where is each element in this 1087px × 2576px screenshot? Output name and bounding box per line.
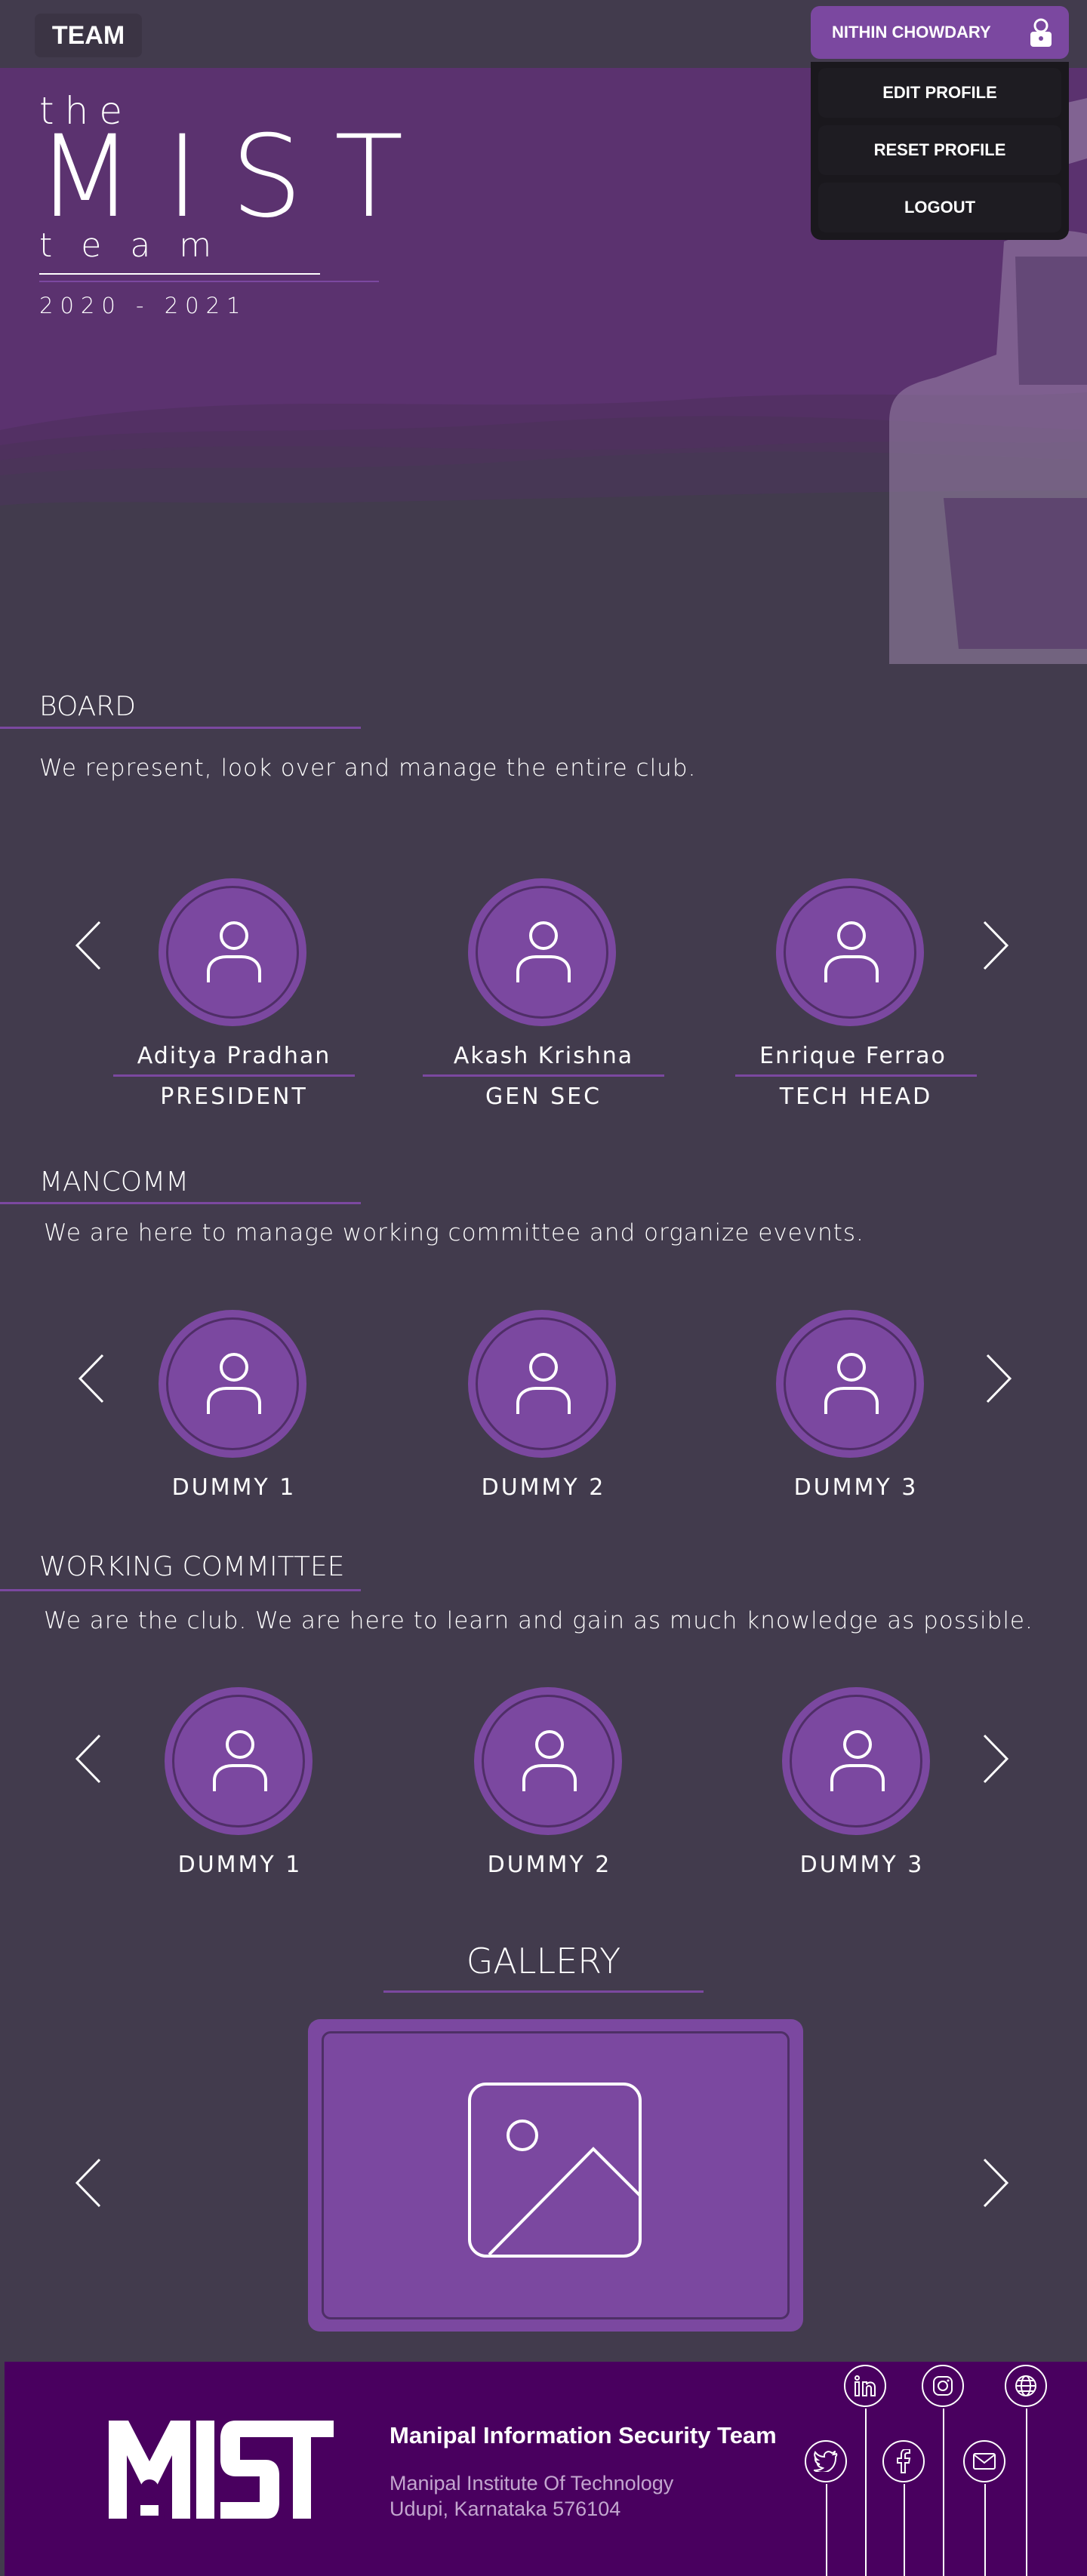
working-committee-description: We are the club. We are here to learn an…	[44, 1607, 1033, 1634]
user-icon	[207, 1353, 261, 1414]
instagram-icon[interactable]	[922, 2365, 964, 2407]
edit-profile-menu-item[interactable]: EDIT PROFILE	[818, 68, 1061, 118]
gallery-next-arrow-icon[interactable]	[980, 2156, 1012, 2209]
user-name-label: NITHIN CHOWDARY	[832, 23, 991, 41]
logo-team-text: team	[39, 226, 241, 265]
mancomm-title-line	[0, 1202, 361, 1204]
avatar[interactable]	[468, 1310, 616, 1458]
twitter-icon[interactable]	[805, 2440, 847, 2482]
social-stem	[984, 2484, 986, 2576]
social-stem	[826, 2484, 827, 2576]
working-committee-title-line	[0, 1589, 361, 1591]
member-role: PRESIDENT	[160, 1084, 308, 1110]
mancomm-next-arrow-icon[interactable]	[983, 1352, 1015, 1405]
linkedin-icon[interactable]	[844, 2365, 886, 2407]
member-name: Aditya Pradhan	[137, 1043, 331, 1069]
avatar[interactable]	[474, 1687, 622, 1835]
member-name-line	[423, 1074, 664, 1077]
logo-year: 2020 - 2021	[39, 293, 248, 318]
board-title-line	[0, 727, 361, 729]
mail-icon[interactable]	[963, 2440, 1005, 2482]
footer-address-line1: Manipal Institute Of Technology	[390, 2472, 674, 2495]
member-name-line	[735, 1074, 977, 1077]
board-prev-arrow-icon[interactable]	[72, 919, 104, 972]
avatar[interactable]	[776, 1310, 924, 1458]
member-name: Akash Krishna	[453, 1043, 634, 1069]
reset-profile-menu-item[interactable]: RESET PROFILE	[818, 125, 1061, 175]
footer-org-name: Manipal Information Security Team	[390, 2422, 777, 2448]
member-name: DUMMY 3	[793, 1474, 919, 1501]
member-name: DUMMY 1	[171, 1474, 297, 1501]
member-name: Enrique Ferrao	[759, 1043, 947, 1069]
social-stem	[1026, 2408, 1027, 2576]
board-description: We represent, look over and manage the e…	[39, 755, 697, 782]
avatar[interactable]	[782, 1687, 930, 1835]
facebook-icon[interactable]	[882, 2440, 925, 2482]
social-stem	[943, 2408, 944, 2576]
user-dropdown-menu: EDIT PROFILE RESET PROFILE LOGOUT	[811, 62, 1069, 240]
member-name-line	[113, 1074, 355, 1077]
member-name: DUMMY 1	[177, 1852, 303, 1878]
logo-accent-line	[39, 281, 379, 282]
gallery-title-line	[383, 1990, 704, 1993]
avatar[interactable]	[165, 1687, 313, 1835]
footer-address-line2: Udupi, Karnataka 576104	[390, 2498, 621, 2520]
gallery-title: GALLERY	[466, 1941, 621, 1981]
avatar[interactable]	[159, 878, 306, 1026]
user-icon	[516, 1353, 571, 1414]
user-icon	[824, 921, 879, 982]
member-role: TECH HEAD	[779, 1084, 933, 1110]
user-icon	[207, 921, 261, 982]
avatar[interactable]	[468, 878, 616, 1026]
user-menu-button[interactable]: NITHIN CHOWDARY	[811, 6, 1069, 59]
avatar[interactable]	[776, 878, 924, 1026]
image-placeholder-icon	[468, 2083, 642, 2258]
mancomm-description: We are here to manage working committee …	[44, 1219, 864, 1247]
member-name: DUMMY 2	[487, 1852, 612, 1878]
social-stem	[865, 2408, 867, 2576]
user-icon	[516, 921, 571, 982]
user-icon	[522, 1730, 577, 1791]
working-committee-next-arrow-icon[interactable]	[980, 1732, 1012, 1785]
logo-underline	[39, 273, 320, 275]
gallery-prev-arrow-icon[interactable]	[72, 2156, 104, 2209]
user-icon	[824, 1353, 879, 1414]
globe-icon[interactable]	[1005, 2365, 1047, 2407]
member-name: DUMMY 2	[481, 1474, 606, 1501]
logout-menu-item[interactable]: LOGOUT	[818, 183, 1061, 232]
footer-address: Manipal Institute Of Technology Udupi, K…	[390, 2470, 673, 2522]
mancomm-title: MANCOMM	[39, 1167, 189, 1197]
board-next-arrow-icon[interactable]	[980, 919, 1012, 972]
mist-logo	[109, 2421, 334, 2519]
user-icon	[213, 1730, 267, 1791]
team-nav-tag[interactable]: TEAM	[35, 14, 142, 57]
avatar[interactable]	[159, 1310, 306, 1458]
member-role: GEN SEC	[485, 1084, 602, 1110]
logo-mist-text: MIST	[36, 112, 436, 243]
working-committee-prev-arrow-icon[interactable]	[72, 1732, 104, 1785]
user-lock-icon	[1028, 18, 1054, 53]
working-committee-title: WORKING COMMITTEE	[39, 1551, 345, 1582]
mancomm-prev-arrow-icon[interactable]	[75, 1352, 107, 1405]
board-title: BOARD	[39, 691, 137, 722]
social-stem	[904, 2484, 905, 2576]
member-name: DUMMY 3	[799, 1852, 925, 1878]
user-icon	[830, 1730, 885, 1791]
